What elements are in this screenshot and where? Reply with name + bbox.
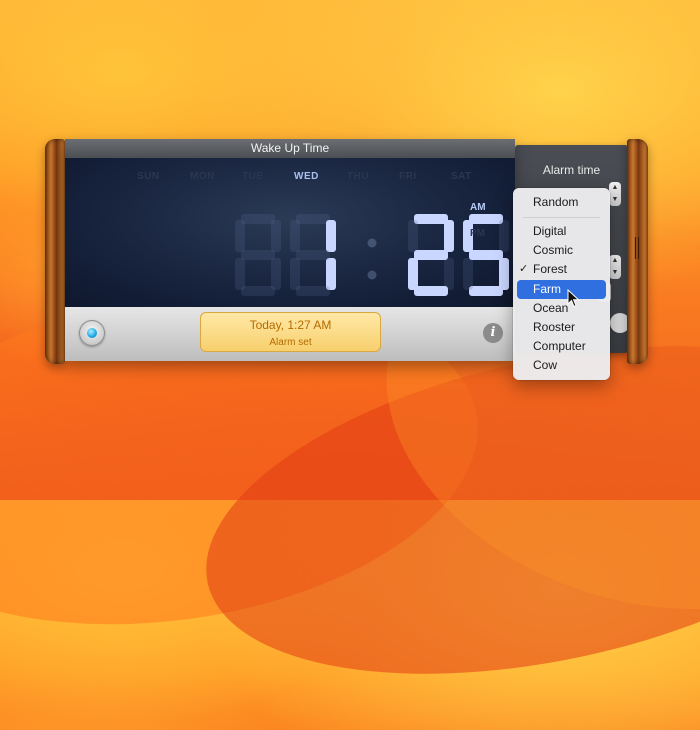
- colon-dot: [367, 238, 377, 248]
- widget-title: Wake Up Time: [65, 139, 515, 158]
- mouse-pointer-icon: [567, 289, 580, 308]
- led-indicator: [87, 328, 97, 338]
- alarm-time-value: Today, 1:27 AM: [249, 318, 332, 332]
- info-icon[interactable]: i: [483, 323, 503, 343]
- wood-end-cap-left: [45, 139, 65, 364]
- sound-stepper[interactable]: ▲ ▼: [609, 255, 621, 279]
- pm-indicator: PM: [470, 228, 485, 239]
- segment-d: [414, 286, 448, 296]
- checkmark-icon: ✓: [519, 263, 529, 275]
- segment-a: [296, 214, 330, 224]
- menu-item-cow[interactable]: Cow: [517, 356, 606, 375]
- alarm-status-text: Alarm set: [269, 337, 312, 348]
- menu-item-digital[interactable]: Digital: [517, 222, 606, 241]
- segment-b: [499, 220, 509, 252]
- segment-b: [444, 220, 454, 252]
- segment-a: [469, 214, 503, 224]
- menu-item-computer[interactable]: Computer: [517, 337, 606, 356]
- segment-a: [241, 214, 275, 224]
- menu-separator: [523, 217, 600, 218]
- segment-g: [469, 250, 503, 260]
- wood-end-cap-right[interactable]: [627, 139, 648, 364]
- alarm-time-label: Alarm time: [542, 163, 601, 177]
- time-stepper[interactable]: ▲ ▼: [609, 182, 621, 206]
- segment-c: [271, 258, 281, 290]
- menu-item-forest[interactable]: ✓ Forest: [517, 260, 606, 279]
- alarm-status-box[interactable]: Today, 1:27 AM Alarm set: [200, 312, 381, 352]
- segment-e: [408, 258, 418, 290]
- segment-c: [499, 258, 509, 290]
- segment-g: [296, 250, 330, 260]
- time-digits: [235, 214, 509, 296]
- segment-e: [235, 258, 245, 290]
- menu-item-ocean[interactable]: Ocean: [517, 299, 606, 318]
- colon-dot: [367, 270, 377, 280]
- segment-g: [241, 250, 275, 260]
- segment-b: [326, 220, 336, 252]
- am-indicator: AM: [470, 202, 486, 213]
- menu-item-farm[interactable]: Farm: [517, 280, 606, 299]
- clock-widget: Wake Up Time SUN MON TUE WED THU FRI SAT…: [65, 139, 515, 361]
- segment-f: [235, 220, 245, 252]
- segment-f: [408, 220, 418, 252]
- segment-e: [290, 258, 300, 290]
- segment-e: [463, 258, 473, 290]
- minute-tens-digit: [408, 214, 454, 296]
- minute-ones-digit: [463, 214, 509, 296]
- hour-ones-digit: [290, 214, 336, 296]
- menu-item-cosmic[interactable]: Cosmic: [517, 241, 606, 260]
- segment-d: [241, 286, 275, 296]
- segment-d: [469, 286, 503, 296]
- alarm-toggle-button[interactable]: [79, 320, 105, 346]
- hour-tens-digit: [235, 214, 281, 296]
- segment-g: [414, 250, 448, 260]
- menu-item-random[interactable]: Random: [517, 193, 606, 212]
- alarm-sound-menu: Random Digital Cosmic ✓ Forest Farm Ocea…: [513, 188, 610, 380]
- clock-display: SUN MON TUE WED THU FRI SAT AM PM: [65, 158, 515, 307]
- segment-c: [444, 258, 454, 290]
- menu-item-rooster[interactable]: Rooster: [517, 318, 606, 337]
- segment-a: [414, 214, 448, 224]
- segment-d: [296, 286, 330, 296]
- segment-f: [290, 220, 300, 252]
- segment-b: [271, 220, 281, 252]
- segment-c: [326, 258, 336, 290]
- widget-bottom-bar: Today, 1:27 AM Alarm set i: [65, 307, 515, 361]
